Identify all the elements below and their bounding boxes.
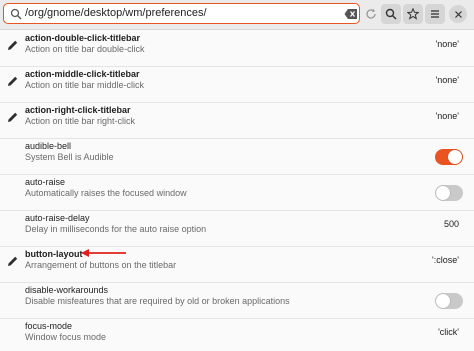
- key-description: Action on title bar double-click: [25, 44, 145, 54]
- path-entry[interactable]: /org/gnome/desktop/wm/preferences/: [3, 3, 360, 24]
- search-button[interactable]: [381, 4, 401, 24]
- header-bar: /org/gnome/desktop/wm/preferences/: [0, 0, 474, 30]
- list-item[interactable]: audible-bell System Bell is Audible: [0, 139, 474, 175]
- key-value: 'none': [435, 39, 459, 49]
- key-description: Action on title bar middle-click: [25, 80, 145, 90]
- key-name: focus-mode: [25, 321, 73, 331]
- key-name: action-middle-click-titlebar: [25, 69, 140, 79]
- key-description: Window focus mode: [25, 332, 107, 342]
- hamburger-menu-icon: [431, 10, 439, 18]
- refresh-icon: [366, 8, 376, 19]
- list-item[interactable]: action-middle-click-titlebar Action on t…: [0, 67, 474, 103]
- keys-list: action-double-click-titlebar Action on t…: [0, 31, 474, 351]
- window-close-button[interactable]: [449, 5, 467, 23]
- key-description: Action on title bar right-click: [25, 116, 136, 126]
- switch-knob: [436, 186, 450, 200]
- pencil-icon: [8, 40, 18, 50]
- key-description: Automatically raises the focused window: [25, 188, 187, 198]
- key-value: 'none': [435, 111, 459, 121]
- key-description: Delay in milliseconds for the auto raise…: [25, 224, 207, 234]
- key-name: auto-raise-delay: [25, 213, 90, 223]
- list-item[interactable]: auto-raise Automatically raises the focu…: [0, 175, 474, 211]
- key-value: ':close': [432, 255, 459, 265]
- list-item[interactable]: auto-raise-delay Delay in milliseconds f…: [0, 211, 474, 247]
- disable-workarounds-switch[interactable]: [435, 293, 463, 309]
- switch-knob: [436, 294, 450, 308]
- pencil-icon: [8, 256, 18, 266]
- path-text[interactable]: /org/gnome/desktop/wm/preferences/: [25, 7, 207, 19]
- list-item[interactable]: disable-workarounds Disable misfeatures …: [0, 283, 474, 319]
- search-icon: [385, 8, 397, 20]
- key-name: auto-raise: [25, 177, 66, 187]
- list-item[interactable]: action-right-click-titlebar Action on ti…: [0, 103, 474, 139]
- annotation-arrow-icon: [81, 249, 126, 257]
- refresh-button[interactable]: [361, 4, 381, 24]
- key-value: 500: [443, 219, 459, 229]
- key-name: action-double-click-titlebar: [25, 33, 141, 43]
- list-item[interactable]: button-layout Arrangement of buttons on …: [0, 247, 474, 283]
- key-description: Arrangement of buttons on the titlebar: [25, 260, 177, 270]
- clear-text-icon[interactable]: [344, 8, 358, 20]
- key-name: button-layout: [25, 249, 83, 259]
- search-icon: [10, 8, 22, 20]
- list-item[interactable]: action-double-click-titlebar Action on t…: [0, 31, 474, 67]
- close-icon: [454, 10, 462, 18]
- key-name: action-right-click-titlebar: [25, 105, 131, 115]
- list-item[interactable]: focus-mode Window focus mode 'click': [0, 319, 474, 351]
- pencil-icon: [8, 112, 18, 122]
- switch-knob: [448, 150, 462, 164]
- audible-bell-switch[interactable]: [435, 149, 463, 165]
- bookmarks-button[interactable]: [403, 4, 423, 24]
- auto-raise-switch[interactable]: [435, 185, 463, 201]
- star-icon: [407, 8, 419, 20]
- key-name: disable-workarounds: [25, 285, 109, 295]
- key-value: 'click': [438, 327, 459, 337]
- key-value: 'none': [435, 75, 459, 85]
- key-description: System Bell is Audible: [25, 152, 114, 162]
- key-description: Disable misfeatures that are required by…: [25, 296, 290, 306]
- pencil-icon: [8, 76, 18, 86]
- key-name: audible-bell: [25, 141, 72, 151]
- main-menu-button[interactable]: [425, 4, 445, 24]
